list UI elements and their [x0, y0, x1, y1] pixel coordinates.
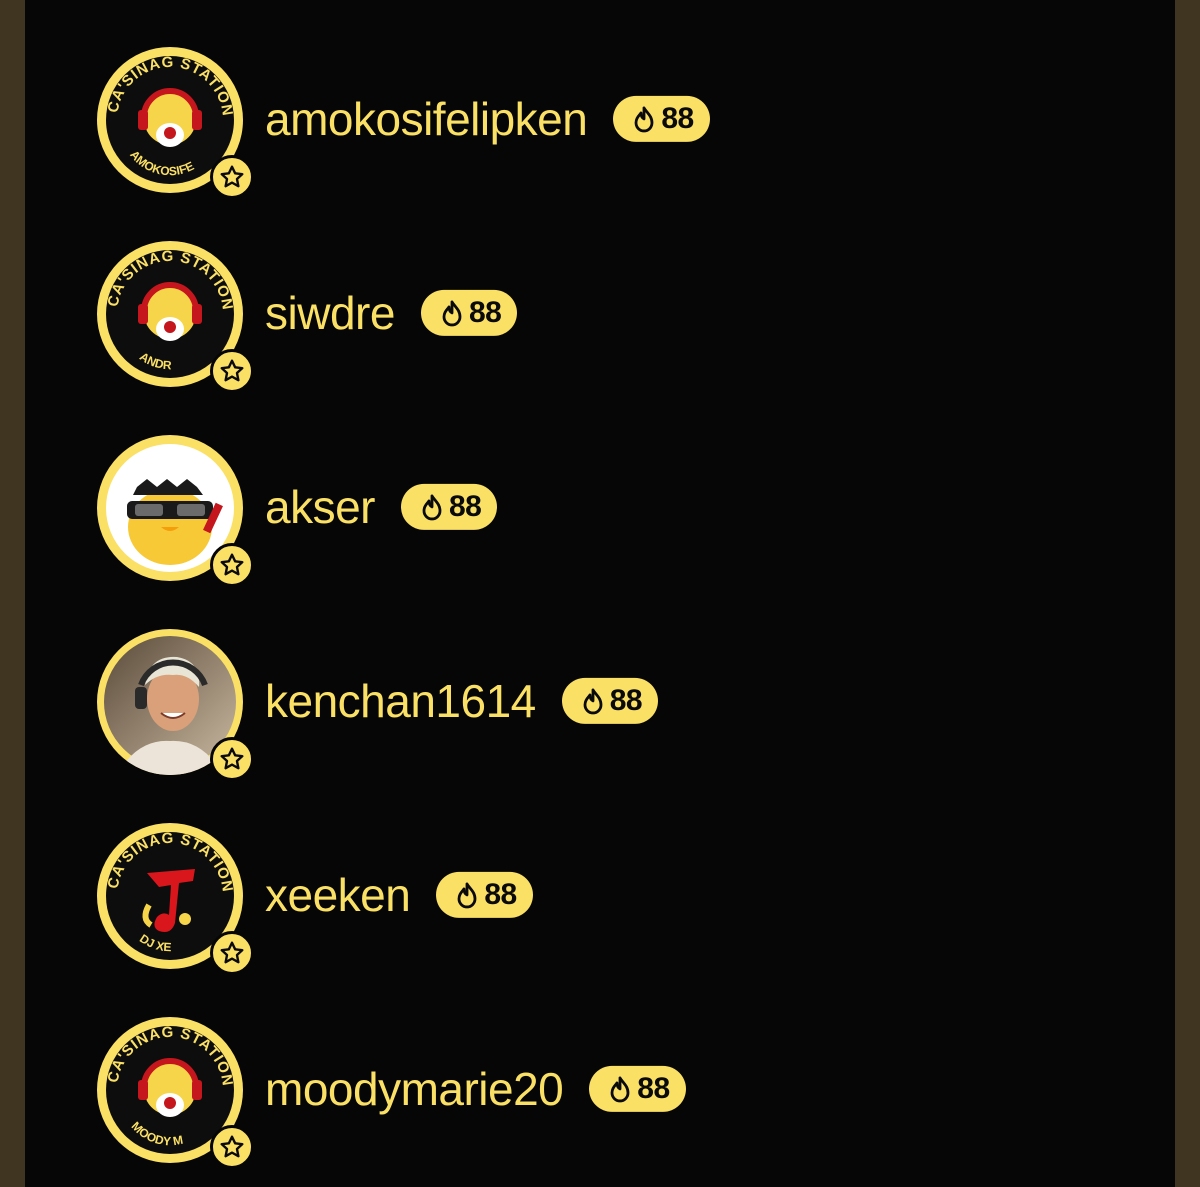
streak-badge: 88 [589, 1065, 686, 1112]
avatar[interactable]: CA'SINAG STATIONHEAD DJ XE [95, 821, 254, 975]
username[interactable]: xeeken [265, 869, 411, 921]
flame-icon [634, 106, 654, 133]
streak-badge: 88 [436, 871, 533, 918]
username[interactable]: akser [265, 481, 375, 533]
avatar[interactable]: CA'SINAG STATIONHEAD MOODY M [95, 1015, 254, 1169]
streak-badge: 88 [400, 483, 498, 530]
flame-icon [442, 300, 462, 327]
avatar[interactable] [95, 627, 254, 781]
star-icon [210, 737, 254, 781]
star-icon [210, 349, 254, 393]
listener-row[interactable]: akser 88 [95, 433, 1095, 587]
username[interactable]: siwdre [265, 287, 395, 339]
star-icon [210, 543, 254, 587]
streak-count: 88 [609, 683, 643, 717]
listener-list-panel: CA'SINAG STATIONHEAD AMOKOSIFE [25, 0, 1175, 1187]
username[interactable]: moodymarie20 [265, 1063, 564, 1115]
listener-row[interactable]: CA'SINAG STATIONHEAD ANDR [95, 239, 1095, 393]
streak-count: 88 [484, 877, 517, 911]
streak-badge: 88 [420, 289, 518, 336]
avatar[interactable]: CA'SINAG STATIONHEAD ANDR [95, 239, 254, 393]
listener-row[interactable]: CA'SINAG STATIONHEAD AMOKOSIFE [95, 45, 1095, 199]
streak-badge: 88 [561, 677, 659, 724]
username[interactable]: kenchan1614 [265, 675, 536, 727]
flame-icon [610, 1076, 630, 1103]
avatar[interactable] [95, 433, 254, 587]
star-icon [210, 155, 254, 199]
username[interactable]: amokosifelipken [265, 93, 588, 145]
star-icon [210, 1125, 254, 1169]
streak-count: 88 [448, 489, 482, 523]
streak-count: 88 [661, 101, 694, 135]
streak-count: 88 [637, 1071, 670, 1105]
flame-icon [422, 494, 442, 521]
flame-icon [457, 882, 477, 909]
streak-count: 88 [468, 295, 502, 329]
listener-row[interactable]: CA'SINAG STATIONHEAD MOODY M [95, 1015, 1095, 1169]
avatar[interactable]: CA'SINAG STATIONHEAD AMOKOSIFE [95, 45, 254, 199]
flame-icon [583, 688, 603, 715]
star-icon [210, 931, 254, 975]
listener-row[interactable]: kenchan1614 88 [95, 627, 1095, 781]
listener-row[interactable]: CA'SINAG STATIONHEAD DJ XE xeeken 88 [95, 821, 1095, 975]
streak-badge: 88 [613, 95, 710, 142]
